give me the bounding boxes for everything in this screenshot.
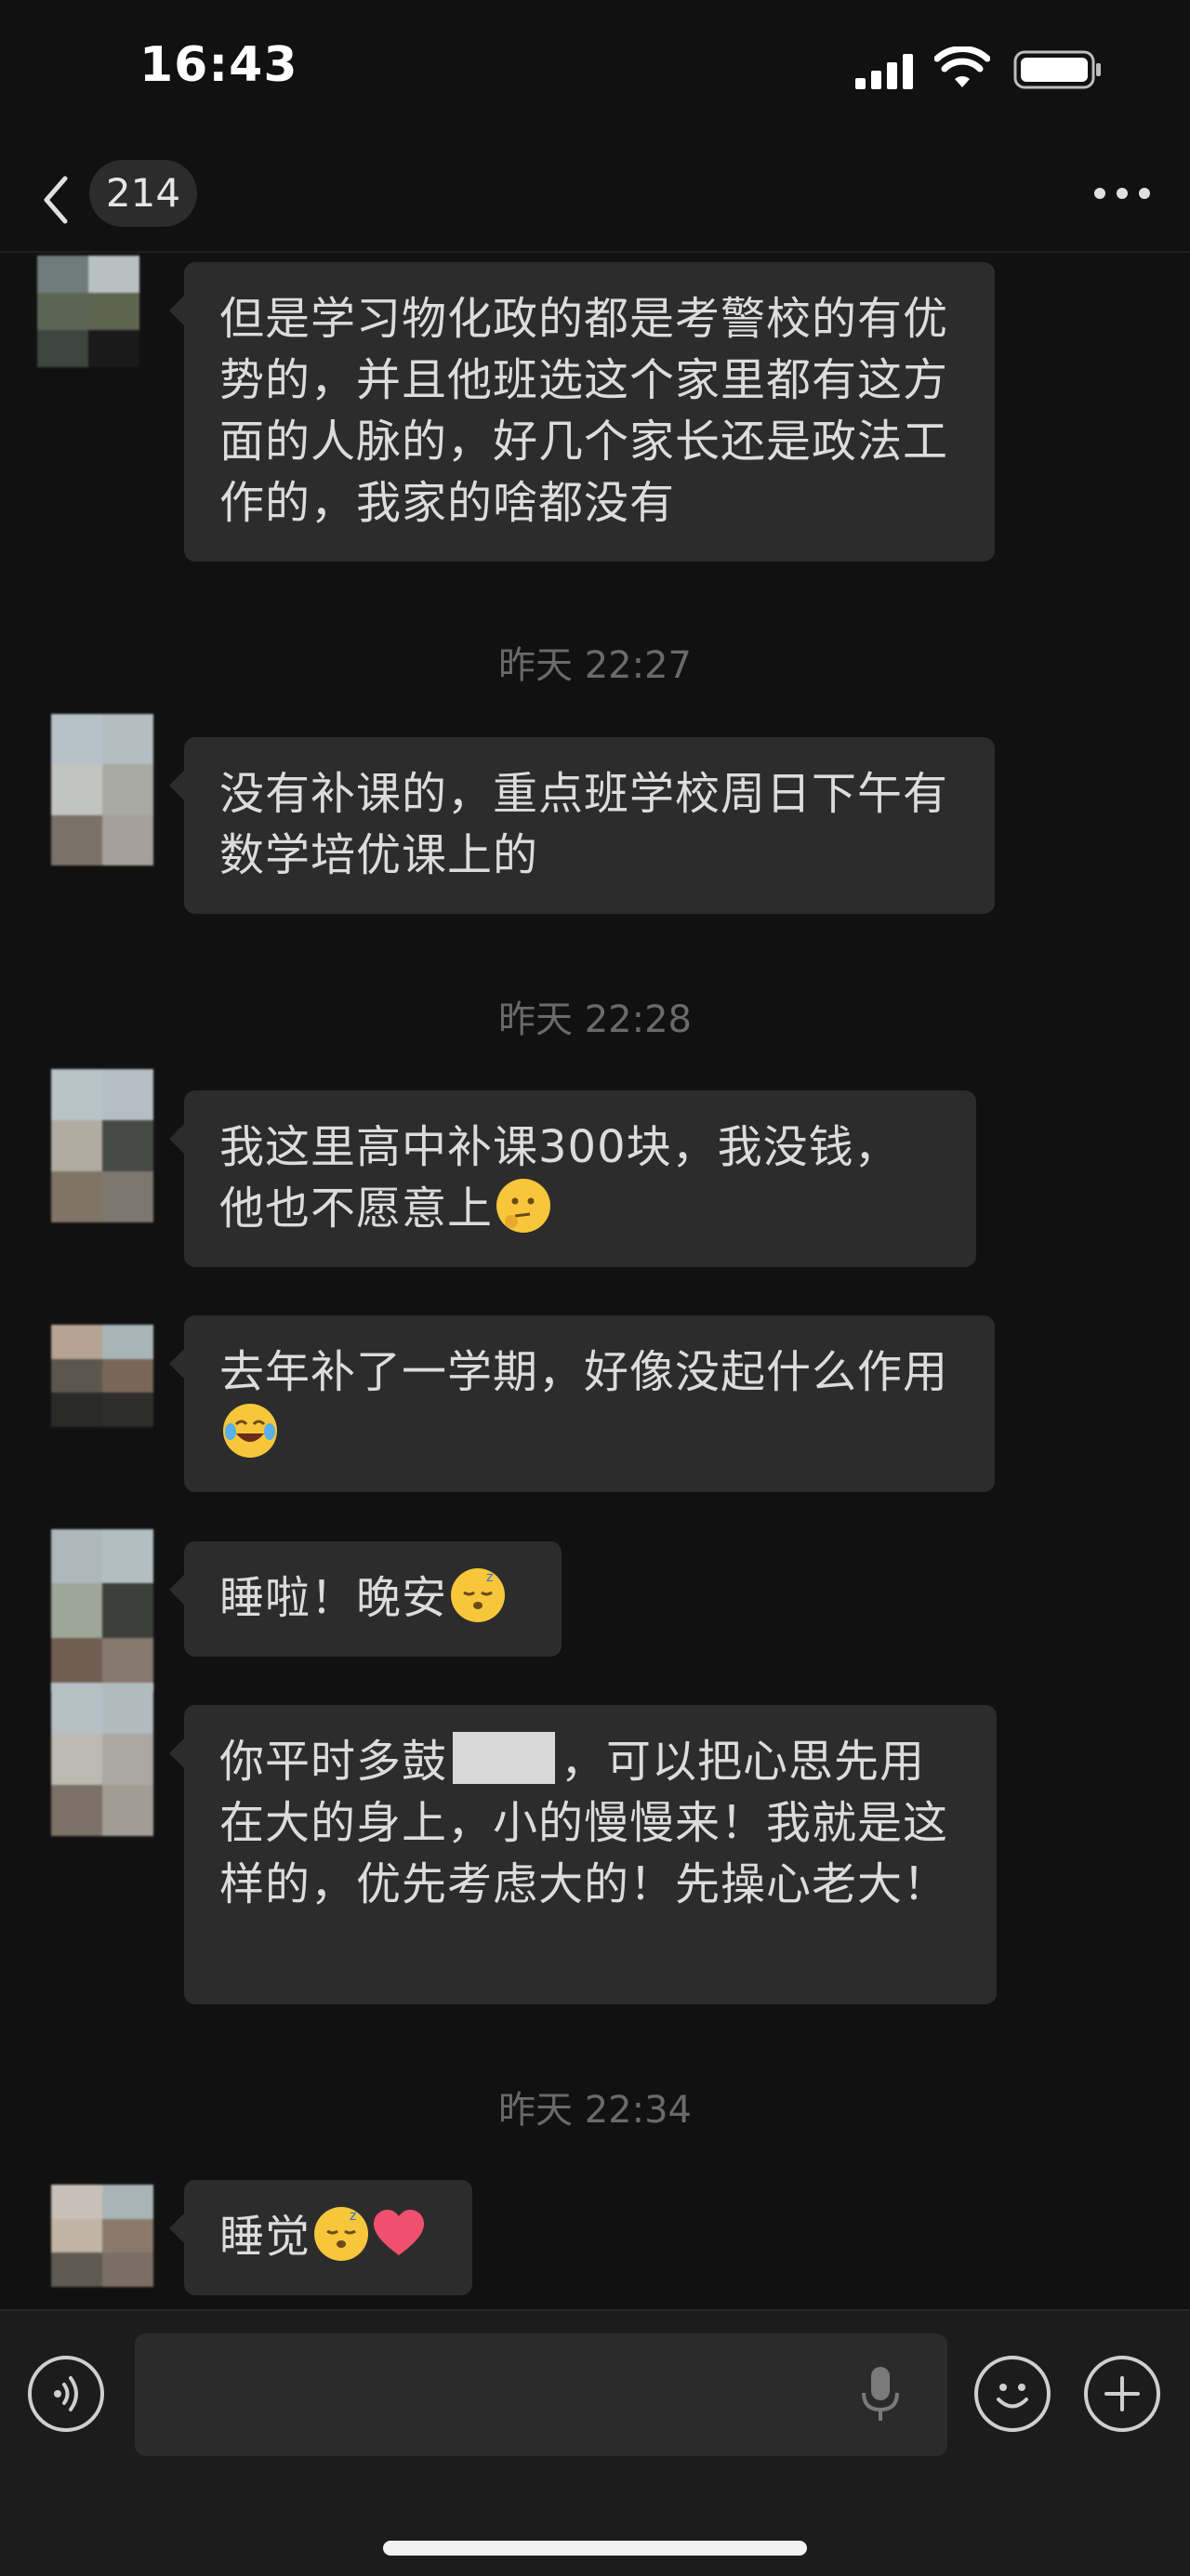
message-bubble[interactable]: 去年补了一学期，好像没起什么作用	[169, 1315, 995, 1492]
message-bubble[interactable]: 睡觉 z	[169, 2180, 472, 2295]
avatar[interactable]	[51, 1069, 153, 1222]
signal-bars-icon	[855, 54, 913, 89]
message-text: 我这里高中补课300块，我没钱，他也不愿意上	[219, 1121, 900, 1235]
emoji-button[interactable]	[974, 2356, 1051, 2432]
battery-icon	[1013, 50, 1101, 89]
message-text: 但是学习物化政的都是考警校的有优势的，并且他班选这个家里都有这方面的人脉的，好几…	[219, 293, 949, 529]
microphone-icon[interactable]	[860, 2365, 901, 2424]
tears-of-joy-emoji	[223, 1404, 277, 1458]
input-bar	[0, 2309, 1190, 2576]
unread-count-badge[interactable]: 214	[89, 160, 197, 227]
avatar[interactable]	[51, 1529, 153, 1692]
message-text: 没有补课的，重点班学校周日下午有数学培优课上的	[219, 768, 949, 881]
message-text: 你平时多鼓	[219, 1736, 448, 1788]
message-timestamp: 昨天 22:28	[498, 998, 692, 1041]
status-time: 16:43	[139, 37, 298, 93]
redaction-block	[453, 1732, 556, 1784]
svg-text:z: z	[350, 2209, 357, 2224]
wifi-icon	[934, 46, 990, 87]
smiley-icon	[997, 2384, 1028, 2409]
chevron-left-icon[interactable]	[37, 167, 74, 232]
message-bubble[interactable]: 没有补课的，重点班学校周日下午有数学培优课上的	[169, 737, 995, 914]
message-text: 睡觉	[219, 2211, 311, 2263]
avatar[interactable]	[51, 2185, 153, 2287]
home-indicator[interactable]	[383, 2541, 807, 2556]
voice-icon	[54, 2376, 78, 2411]
more-dots-icon[interactable]	[1091, 175, 1153, 212]
message-bubble[interactable]: 睡啦！晚安 z	[169, 1541, 562, 1657]
svg-text:z: z	[486, 1570, 494, 1585]
avatar[interactable]	[51, 1325, 153, 1427]
plus-icon	[1104, 2376, 1140, 2411]
chat-header: 214	[0, 149, 1190, 253]
avatar[interactable]	[51, 714, 153, 865]
status-bar: 16:43	[0, 0, 1190, 139]
red-heart-emoji	[372, 2207, 426, 2261]
message-text: 去年补了一学期，好像没起什么作用	[219, 1346, 949, 1398]
message-timestamp: 昨天 22:34	[498, 2089, 692, 2132]
sleeping-face-emoji: z	[451, 1568, 506, 1622]
sleeping-face-emoji: z	[314, 2207, 369, 2261]
message-bubble[interactable]: 但是学习物化政的都是考警校的有优势的，并且他班选这个家里都有这方面的人脉的，好几…	[169, 262, 995, 561]
message-bubble[interactable]: 你平时多鼓 ，可以把心思先用在大的身上，小的慢慢来！我就是这样的，优先考虑大的！先…	[169, 1705, 997, 2004]
avatar[interactable]	[37, 256, 139, 367]
add-button[interactable]	[1084, 2356, 1160, 2432]
message-bubble[interactable]: 我这里高中补课300块，我没钱，他也不愿意上	[169, 1090, 976, 1267]
message-input[interactable]	[135, 2333, 947, 2456]
avatar[interactable]	[51, 1683, 153, 1836]
voice-button[interactable]	[28, 2356, 104, 2432]
message-text: 睡啦！晚安	[219, 1572, 448, 1624]
message-timestamp: 昨天 22:27	[498, 644, 692, 687]
thinking-face-emoji	[496, 1179, 551, 1233]
